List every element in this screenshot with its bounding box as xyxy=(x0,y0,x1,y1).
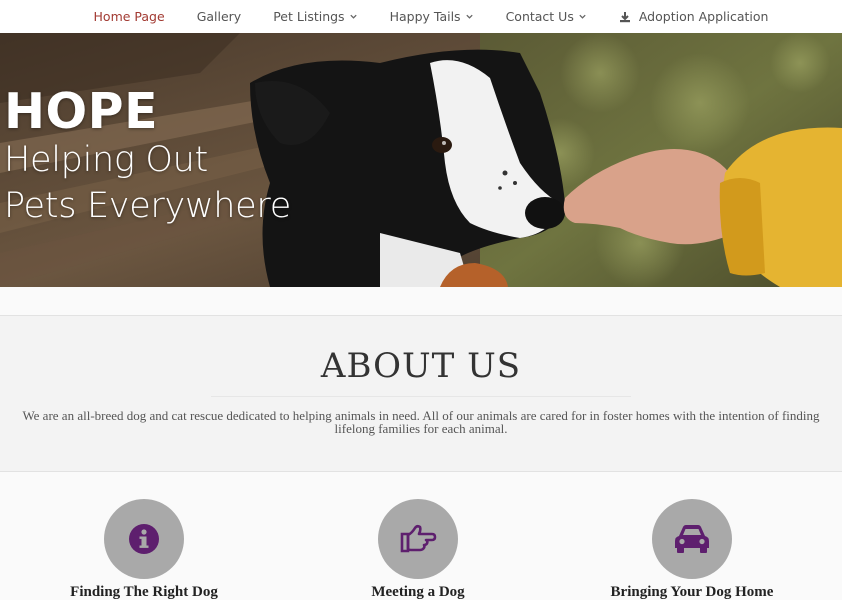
chevron-down-icon xyxy=(465,14,473,19)
about-section: ABOUT US We are an all-breed dog and cat… xyxy=(0,315,842,472)
nav-item-home[interactable]: Home Page xyxy=(78,9,181,24)
info-icon xyxy=(129,524,159,554)
chevron-down-icon xyxy=(579,14,586,19)
chevron-down-icon xyxy=(349,14,357,19)
pointing-hand-icon xyxy=(400,524,437,553)
hero-text-block: HOPE Helping Out Pets Everywhere xyxy=(4,87,291,229)
hero-banner: HOPE Helping Out Pets Everywhere xyxy=(0,33,842,287)
feature-finding-right-dog[interactable]: Finding The Right Dog xyxy=(24,499,264,600)
nav-item-pet-listings[interactable]: Pet Listings xyxy=(257,9,373,24)
feature-title: Bringing Your Dog Home xyxy=(610,584,774,600)
about-divider xyxy=(211,396,631,397)
nav-label-home: Home Page xyxy=(93,9,165,24)
nav-label-happy-tails: Happy Tails xyxy=(389,9,461,24)
feature-title: Meeting a Dog xyxy=(371,584,465,600)
feature-icon-circle xyxy=(652,499,732,579)
nav-label-pet-listings: Pet Listings xyxy=(273,9,345,24)
top-navigation: Home Page Gallery Pet Listings Happy Tai… xyxy=(0,0,842,33)
nav-item-adoption-application[interactable]: Adoption Application xyxy=(603,9,785,24)
hero-tagline-line-2: Pets Everywhere xyxy=(4,186,291,226)
nav-label-contact-us: Contact Us xyxy=(505,9,574,24)
features-section: Finding The Right Dog Meeting a Dog Brin… xyxy=(0,472,842,600)
nav-label-gallery: Gallery xyxy=(196,9,242,24)
download-icon xyxy=(619,11,630,22)
feature-icon-circle xyxy=(378,499,458,579)
nav-label-adoption-application: Adoption Application xyxy=(638,9,769,24)
about-description: We are an all-breed dog and cat rescue d… xyxy=(22,408,820,436)
nav-item-contact-us[interactable]: Contact Us xyxy=(490,9,603,24)
feature-bringing-dog-home[interactable]: Bringing Your Dog Home xyxy=(572,499,812,600)
nav-item-happy-tails[interactable]: Happy Tails xyxy=(374,9,490,24)
hero-title: HOPE xyxy=(4,83,159,140)
feature-meeting-a-dog[interactable]: Meeting a Dog xyxy=(298,499,538,600)
hero-tagline-line-1: Helping Out xyxy=(4,140,208,180)
feature-title: Finding The Right Dog xyxy=(70,584,218,600)
car-icon xyxy=(675,525,709,553)
feature-icon-circle xyxy=(104,499,184,579)
nav-menu: Home Page Gallery Pet Listings Happy Tai… xyxy=(78,9,785,24)
nav-item-gallery[interactable]: Gallery xyxy=(181,9,258,24)
about-title: ABOUT US xyxy=(320,346,522,386)
